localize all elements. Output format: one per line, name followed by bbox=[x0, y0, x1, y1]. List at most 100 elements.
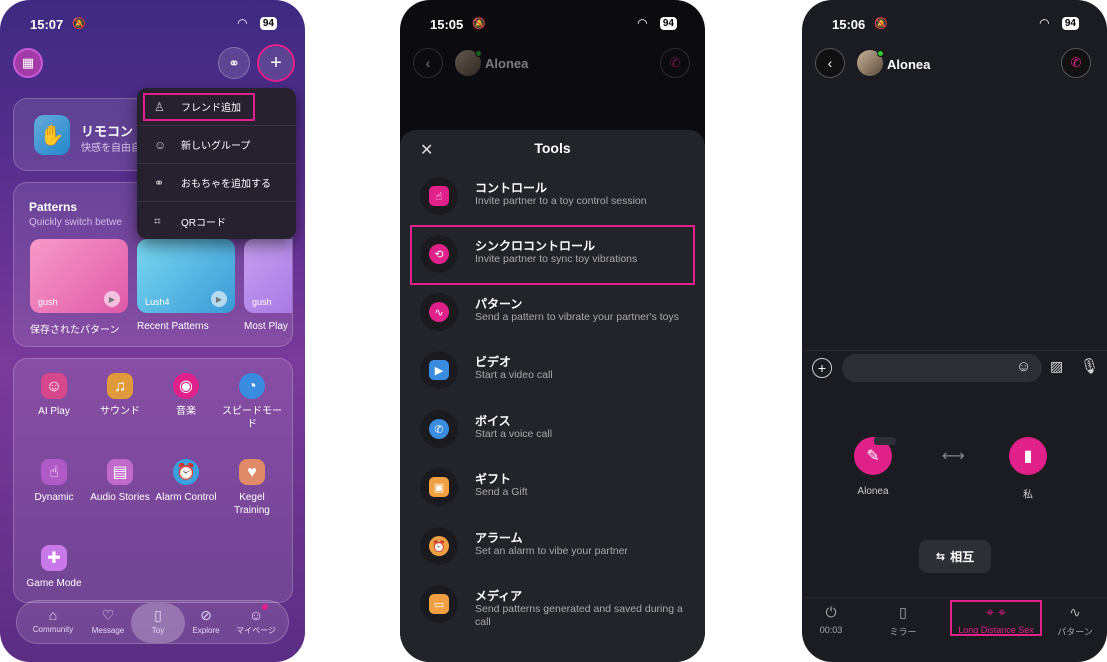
sound-icon: ♫ bbox=[107, 373, 133, 399]
tool-description: Start a video call bbox=[475, 369, 553, 381]
mute-icon: 🔕 bbox=[874, 18, 888, 30]
feature-label: スピードモード bbox=[222, 406, 282, 430]
pattern-button[interactable]: ∿ パターン bbox=[1056, 604, 1094, 638]
play-icon[interactable]: ▶ bbox=[104, 291, 120, 307]
microphone-icon[interactable]: 🎙 bbox=[1080, 357, 1099, 375]
tool-name: アラーム bbox=[475, 531, 523, 545]
screen-long-distance: 15:06 🔕 ◠ 94 ‹ Alonea ✆ + ☺ ▨ 🎙 ✎ Alonea… bbox=[802, 0, 1107, 662]
tool-name: コントロール bbox=[475, 181, 548, 195]
audio-stories-icon: ▤ bbox=[107, 459, 133, 485]
tab-my-page[interactable]: ☺ マイページ bbox=[229, 607, 283, 636]
dynamic-icon: ☝ bbox=[41, 459, 67, 485]
tool-pattern[interactable]: ∿ パターン Send a pattern to vibrate your part… bbox=[400, 293, 705, 351]
alarm-icon: ⏰ bbox=[420, 527, 458, 565]
plus-icon[interactable]: + bbox=[812, 358, 832, 378]
feature-label: Dynamic bbox=[34, 492, 74, 503]
my-toy-icon[interactable]: ▮ bbox=[1009, 437, 1047, 475]
timer-button[interactable]: ⏻ 00:03 bbox=[816, 604, 846, 635]
feature-sound[interactable]: ♫ サウンド bbox=[89, 373, 151, 418]
explore-icon: ⊘ bbox=[200, 607, 212, 623]
emoji-icon[interactable]: ☺ bbox=[1016, 358, 1031, 375]
music-icon: ◉ bbox=[173, 373, 199, 399]
remote-title: リモコン bbox=[81, 124, 134, 139]
feature-dynamic[interactable]: ☝ Dynamic bbox=[23, 459, 85, 504]
back-button[interactable]: ‹ bbox=[815, 48, 845, 78]
pattern-caption: Recent Patterns bbox=[137, 321, 209, 332]
feature-game-mode[interactable]: ✚ Game Mode bbox=[23, 545, 85, 590]
link-button[interactable]: ⚭ bbox=[218, 47, 250, 79]
tab-label: Explore bbox=[192, 626, 220, 635]
feature-ai-play[interactable]: ☺ AI Play bbox=[23, 373, 85, 418]
tool-voice[interactable]: ✆ ボイス Start a voice call bbox=[400, 410, 705, 468]
community-icon: ⌂ bbox=[48, 607, 58, 623]
feature-label: AI Play bbox=[38, 406, 70, 417]
menu-qr-code[interactable]: ⌗ QRコード bbox=[137, 202, 296, 240]
pattern-toy-name: Lush4 bbox=[145, 297, 170, 307]
status-bar: 15:05 🔕 ◠ 94 bbox=[400, 14, 705, 34]
speed-icon: ◔ bbox=[239, 373, 265, 399]
tool-gift[interactable]: ▣ ギフト Send a Gift bbox=[400, 468, 705, 526]
online-indicator bbox=[475, 50, 482, 57]
tool-alarm[interactable]: ⏰ アラーム Set an alarm to vibe your partner bbox=[400, 527, 705, 585]
screen-toy: 15:07 🔕 ◠ 94 ▦ ⚭ + ✋ リモコン 快感を自由自 Pattern… bbox=[0, 0, 305, 662]
group-icon: ☺ bbox=[154, 137, 167, 152]
message-input[interactable] bbox=[842, 354, 1042, 382]
feature-label: 音楽 bbox=[176, 406, 196, 417]
phone-off-icon: ✆ bbox=[1070, 55, 1082, 70]
add-button[interactable]: + bbox=[257, 44, 295, 82]
sheet-title: Tools bbox=[534, 140, 571, 156]
tab-community[interactable]: ⌂ Community bbox=[26, 607, 80, 634]
link-icon: ⚭ bbox=[154, 175, 165, 190]
partner-device-name: Alonea bbox=[857, 486, 889, 497]
screen-tools: 15:05 🔕 ◠ 94 ‹ Alonea ✆ ✕ Tools ☝ コントロール I… bbox=[400, 0, 705, 662]
status-time: 15:07 bbox=[30, 17, 64, 32]
tool-name: ギフト bbox=[475, 472, 512, 486]
link-icon: ⚭ bbox=[228, 54, 240, 71]
pattern-card-most-played[interactable]: gush bbox=[244, 239, 292, 313]
tab-message[interactable]: ♡ Message bbox=[81, 607, 135, 635]
swap-icon: ⇆ bbox=[935, 551, 946, 563]
image-icon[interactable]: ▨ bbox=[1050, 358, 1063, 375]
video-icon: ▶ bbox=[420, 351, 458, 389]
status-time: 15:06 bbox=[832, 17, 866, 32]
highlight-box bbox=[143, 93, 255, 121]
tab-label: Toy bbox=[151, 626, 165, 635]
tool-video[interactable]: ▶ ビデオ Start a video call bbox=[400, 351, 705, 409]
tools-sheet: ✕ Tools ☝ コントロール Invite partner to a toy c… bbox=[400, 130, 705, 662]
tool-name: ボイス bbox=[475, 414, 511, 428]
mutual-mode-button[interactable]: ⇆ 相互 bbox=[919, 540, 991, 573]
feature-label: Kegel Training bbox=[234, 492, 270, 516]
mirror-icon: ▯ bbox=[899, 604, 907, 620]
menu-label: QRコード bbox=[181, 217, 226, 229]
feature-audio-stories[interactable]: ▤ Audio Stories bbox=[89, 459, 151, 504]
mirror-button[interactable]: ▯ ミラー bbox=[888, 604, 918, 638]
contact-name: Alonea bbox=[887, 57, 931, 72]
feature-kegel-training[interactable]: ♥ Kegel Training bbox=[221, 459, 283, 517]
play-icon[interactable]: ▶ bbox=[211, 291, 227, 307]
battery-level: 94 bbox=[1061, 17, 1079, 30]
feature-music[interactable]: ◉ 音楽 bbox=[155, 373, 217, 418]
feature-alarm-control[interactable]: ⏰ Alarm Control bbox=[155, 459, 217, 504]
mode-label: 相互 bbox=[950, 550, 975, 564]
highlight-box bbox=[410, 225, 695, 285]
tab-bar: ⌂ Community ♡ Message ▯ Toy ⊘ Explore ☺ マイページ bbox=[16, 600, 289, 644]
pattern-card-saved[interactable]: gush ▶ bbox=[30, 239, 128, 313]
tool-media[interactable]: ▭ メディア Send patterns generated and saved d… bbox=[400, 585, 705, 643]
tool-name: メディア bbox=[475, 589, 523, 603]
mute-icon: 🔕 bbox=[472, 18, 486, 30]
hang-up-button[interactable]: ✆ bbox=[660, 48, 690, 78]
mute-icon: 🔕 bbox=[72, 18, 86, 30]
chat-header: ‹ Alonea ✆ bbox=[400, 40, 705, 88]
calendar-button[interactable]: ▦ bbox=[13, 48, 43, 78]
status-bar: 15:06 🔕 ◠ 94 bbox=[802, 14, 1107, 34]
back-button[interactable]: ‹ bbox=[413, 48, 443, 78]
wifi-icon: ◠ bbox=[237, 16, 247, 30]
menu-new-group[interactable]: ☺ 新しいグループ bbox=[137, 126, 296, 164]
pattern-card-recent[interactable]: Lush4 ▶ bbox=[137, 239, 235, 313]
tab-explore[interactable]: ⊘ Explore bbox=[179, 607, 233, 635]
tab-toy[interactable]: ▯ Toy bbox=[131, 603, 185, 643]
hang-up-button[interactable]: ✆ bbox=[1061, 48, 1091, 78]
remote-subtitle: 快感を自由自 bbox=[81, 143, 141, 154]
menu-add-toy[interactable]: ⚭ おもちゃを追加する bbox=[137, 164, 296, 202]
feature-speed-mode[interactable]: ◔ スピードモード bbox=[221, 373, 283, 431]
